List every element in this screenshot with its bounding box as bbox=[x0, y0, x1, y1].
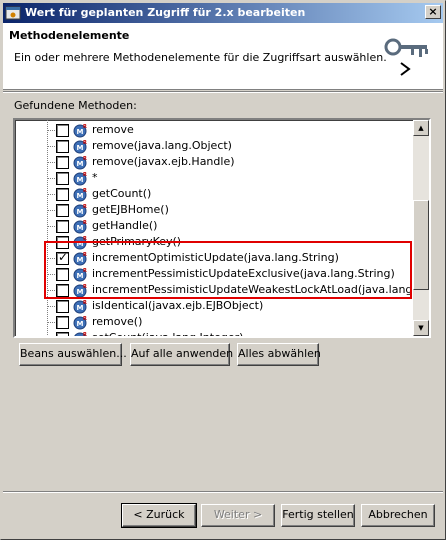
tree-branch bbox=[48, 178, 56, 179]
method-checkbox[interactable] bbox=[56, 140, 69, 153]
tree-branch bbox=[48, 130, 56, 131]
method-checkbox[interactable] bbox=[56, 156, 69, 169]
method-bean-icon: MR bbox=[73, 316, 87, 330]
method-checkbox[interactable] bbox=[56, 124, 69, 137]
apply-all-button[interactable]: Auf alle anwenden bbox=[130, 343, 233, 366]
svg-text:R: R bbox=[83, 156, 87, 162]
method-label: remove(java.lang.Object) bbox=[92, 139, 232, 152]
header-banner: Methodenelemente Ein oder mehrere Method… bbox=[3, 23, 443, 90]
tree-branch bbox=[48, 194, 56, 195]
title-bar[interactable]: Wert für geplanten Zugriff für 2.x bearb… bbox=[3, 3, 443, 23]
svg-text:R: R bbox=[83, 300, 87, 306]
close-button[interactable]: × bbox=[425, 5, 441, 19]
scroll-thumb[interactable] bbox=[413, 200, 429, 290]
method-checkbox[interactable] bbox=[56, 300, 69, 313]
tree-branch bbox=[48, 306, 56, 307]
method-label: remove(javax.ejb.Handle) bbox=[92, 155, 235, 168]
svg-text:R: R bbox=[83, 172, 87, 178]
method-checkbox[interactable] bbox=[56, 188, 69, 201]
svg-text:R: R bbox=[83, 316, 87, 322]
vertical-scrollbar[interactable]: ▲ ▼ bbox=[413, 120, 429, 336]
method-bean-icon: MR bbox=[74, 332, 87, 336]
list-item[interactable]: M R remove() bbox=[15, 314, 415, 330]
svg-text:R: R bbox=[83, 188, 87, 194]
list-item[interactable]: M R remove(java.lang.Object) bbox=[15, 138, 415, 154]
highlight-annotation bbox=[44, 241, 412, 299]
header-separator bbox=[3, 91, 443, 93]
next-button: Weiter > bbox=[201, 504, 275, 527]
list-item[interactable]: M R getEJBHome() bbox=[15, 202, 415, 218]
list-item[interactable]: MR setCount(java.lang.Integer) bbox=[15, 330, 415, 336]
svg-text:R: R bbox=[83, 204, 87, 210]
svg-text:R: R bbox=[83, 124, 87, 130]
scroll-up-button[interactable]: ▲ bbox=[413, 120, 429, 136]
method-label: setCount(java.lang.Integer) bbox=[92, 331, 243, 336]
method-bean-icon: MR bbox=[73, 300, 87, 314]
method-bean-icon: MR bbox=[73, 124, 87, 138]
list-item[interactable]: M R isIdentical(javax.ejb.EJBObject) bbox=[15, 298, 415, 314]
method-checkbox[interactable] bbox=[56, 204, 69, 217]
back-button[interactable]: < Zurück bbox=[121, 503, 197, 528]
list-item[interactable]: M R * bbox=[15, 170, 415, 186]
page-description: Ein oder mehrere Methodenelemente für di… bbox=[14, 51, 387, 64]
method-checkbox[interactable] bbox=[56, 332, 69, 336]
finish-button[interactable]: Fertig stellen bbox=[281, 504, 355, 527]
method-checkbox[interactable] bbox=[56, 172, 69, 185]
svg-text:R: R bbox=[83, 332, 87, 336]
dialog-window: Wert für geplanten Zugriff für 2.x bearb… bbox=[0, 0, 446, 540]
tree-branch bbox=[48, 162, 56, 163]
list-item[interactable]: M R remove(javax.ejb.Handle) bbox=[15, 154, 415, 170]
tree-branch bbox=[48, 226, 56, 227]
methods-label: Gefundene Methoden: bbox=[14, 99, 137, 112]
list-item[interactable]: M R getCount() bbox=[15, 186, 415, 202]
window-title: Wert für geplanten Zugriff für 2.x bearb… bbox=[25, 6, 306, 19]
method-checkbox[interactable] bbox=[56, 316, 69, 329]
svg-text:R: R bbox=[83, 140, 87, 146]
tree-viewport: M R remove M R remove(java.lang.Object) M R remo… bbox=[15, 120, 415, 336]
method-label: getHandle() bbox=[92, 219, 158, 232]
method-checkbox[interactable] bbox=[56, 220, 69, 233]
select-beans-button[interactable]: Beans auswählen... bbox=[19, 343, 127, 366]
list-item[interactable]: M R remove bbox=[15, 122, 415, 138]
cancel-button[interactable]: Abbrechen bbox=[361, 504, 435, 527]
tree-branch bbox=[48, 322, 56, 323]
footer-separator bbox=[3, 491, 443, 493]
method-label: remove() bbox=[92, 315, 143, 328]
method-label: isIdentical(javax.ejb.EJBObject) bbox=[92, 299, 264, 312]
scroll-down-button[interactable]: ▼ bbox=[413, 320, 429, 336]
method-bean-icon: MR bbox=[73, 188, 87, 202]
list-item[interactable]: M R getHandle() bbox=[15, 218, 415, 234]
deselect-all-button[interactable]: Alles abwählen bbox=[237, 343, 321, 366]
method-label: getCount() bbox=[92, 187, 152, 200]
method-bean-icon: MR bbox=[73, 156, 87, 170]
method-bean-icon: MR bbox=[73, 172, 87, 186]
tree-branch bbox=[48, 210, 56, 211]
key-icon bbox=[384, 38, 428, 76]
method-label: * bbox=[92, 171, 98, 184]
method-label: getEJBHome() bbox=[92, 203, 169, 216]
tree-branch bbox=[48, 146, 56, 147]
method-label: remove bbox=[92, 123, 134, 136]
method-bean-icon: MR bbox=[73, 140, 87, 154]
method-bean-icon: MR bbox=[73, 220, 87, 234]
svg-text:R: R bbox=[83, 220, 87, 226]
page-title: Methodenelemente bbox=[9, 29, 130, 42]
method-bean-icon: MR bbox=[73, 204, 87, 218]
app-icon bbox=[5, 6, 21, 20]
methods-tree[interactable]: M R remove M R remove(java.lang.Object) M R remo… bbox=[13, 118, 431, 338]
